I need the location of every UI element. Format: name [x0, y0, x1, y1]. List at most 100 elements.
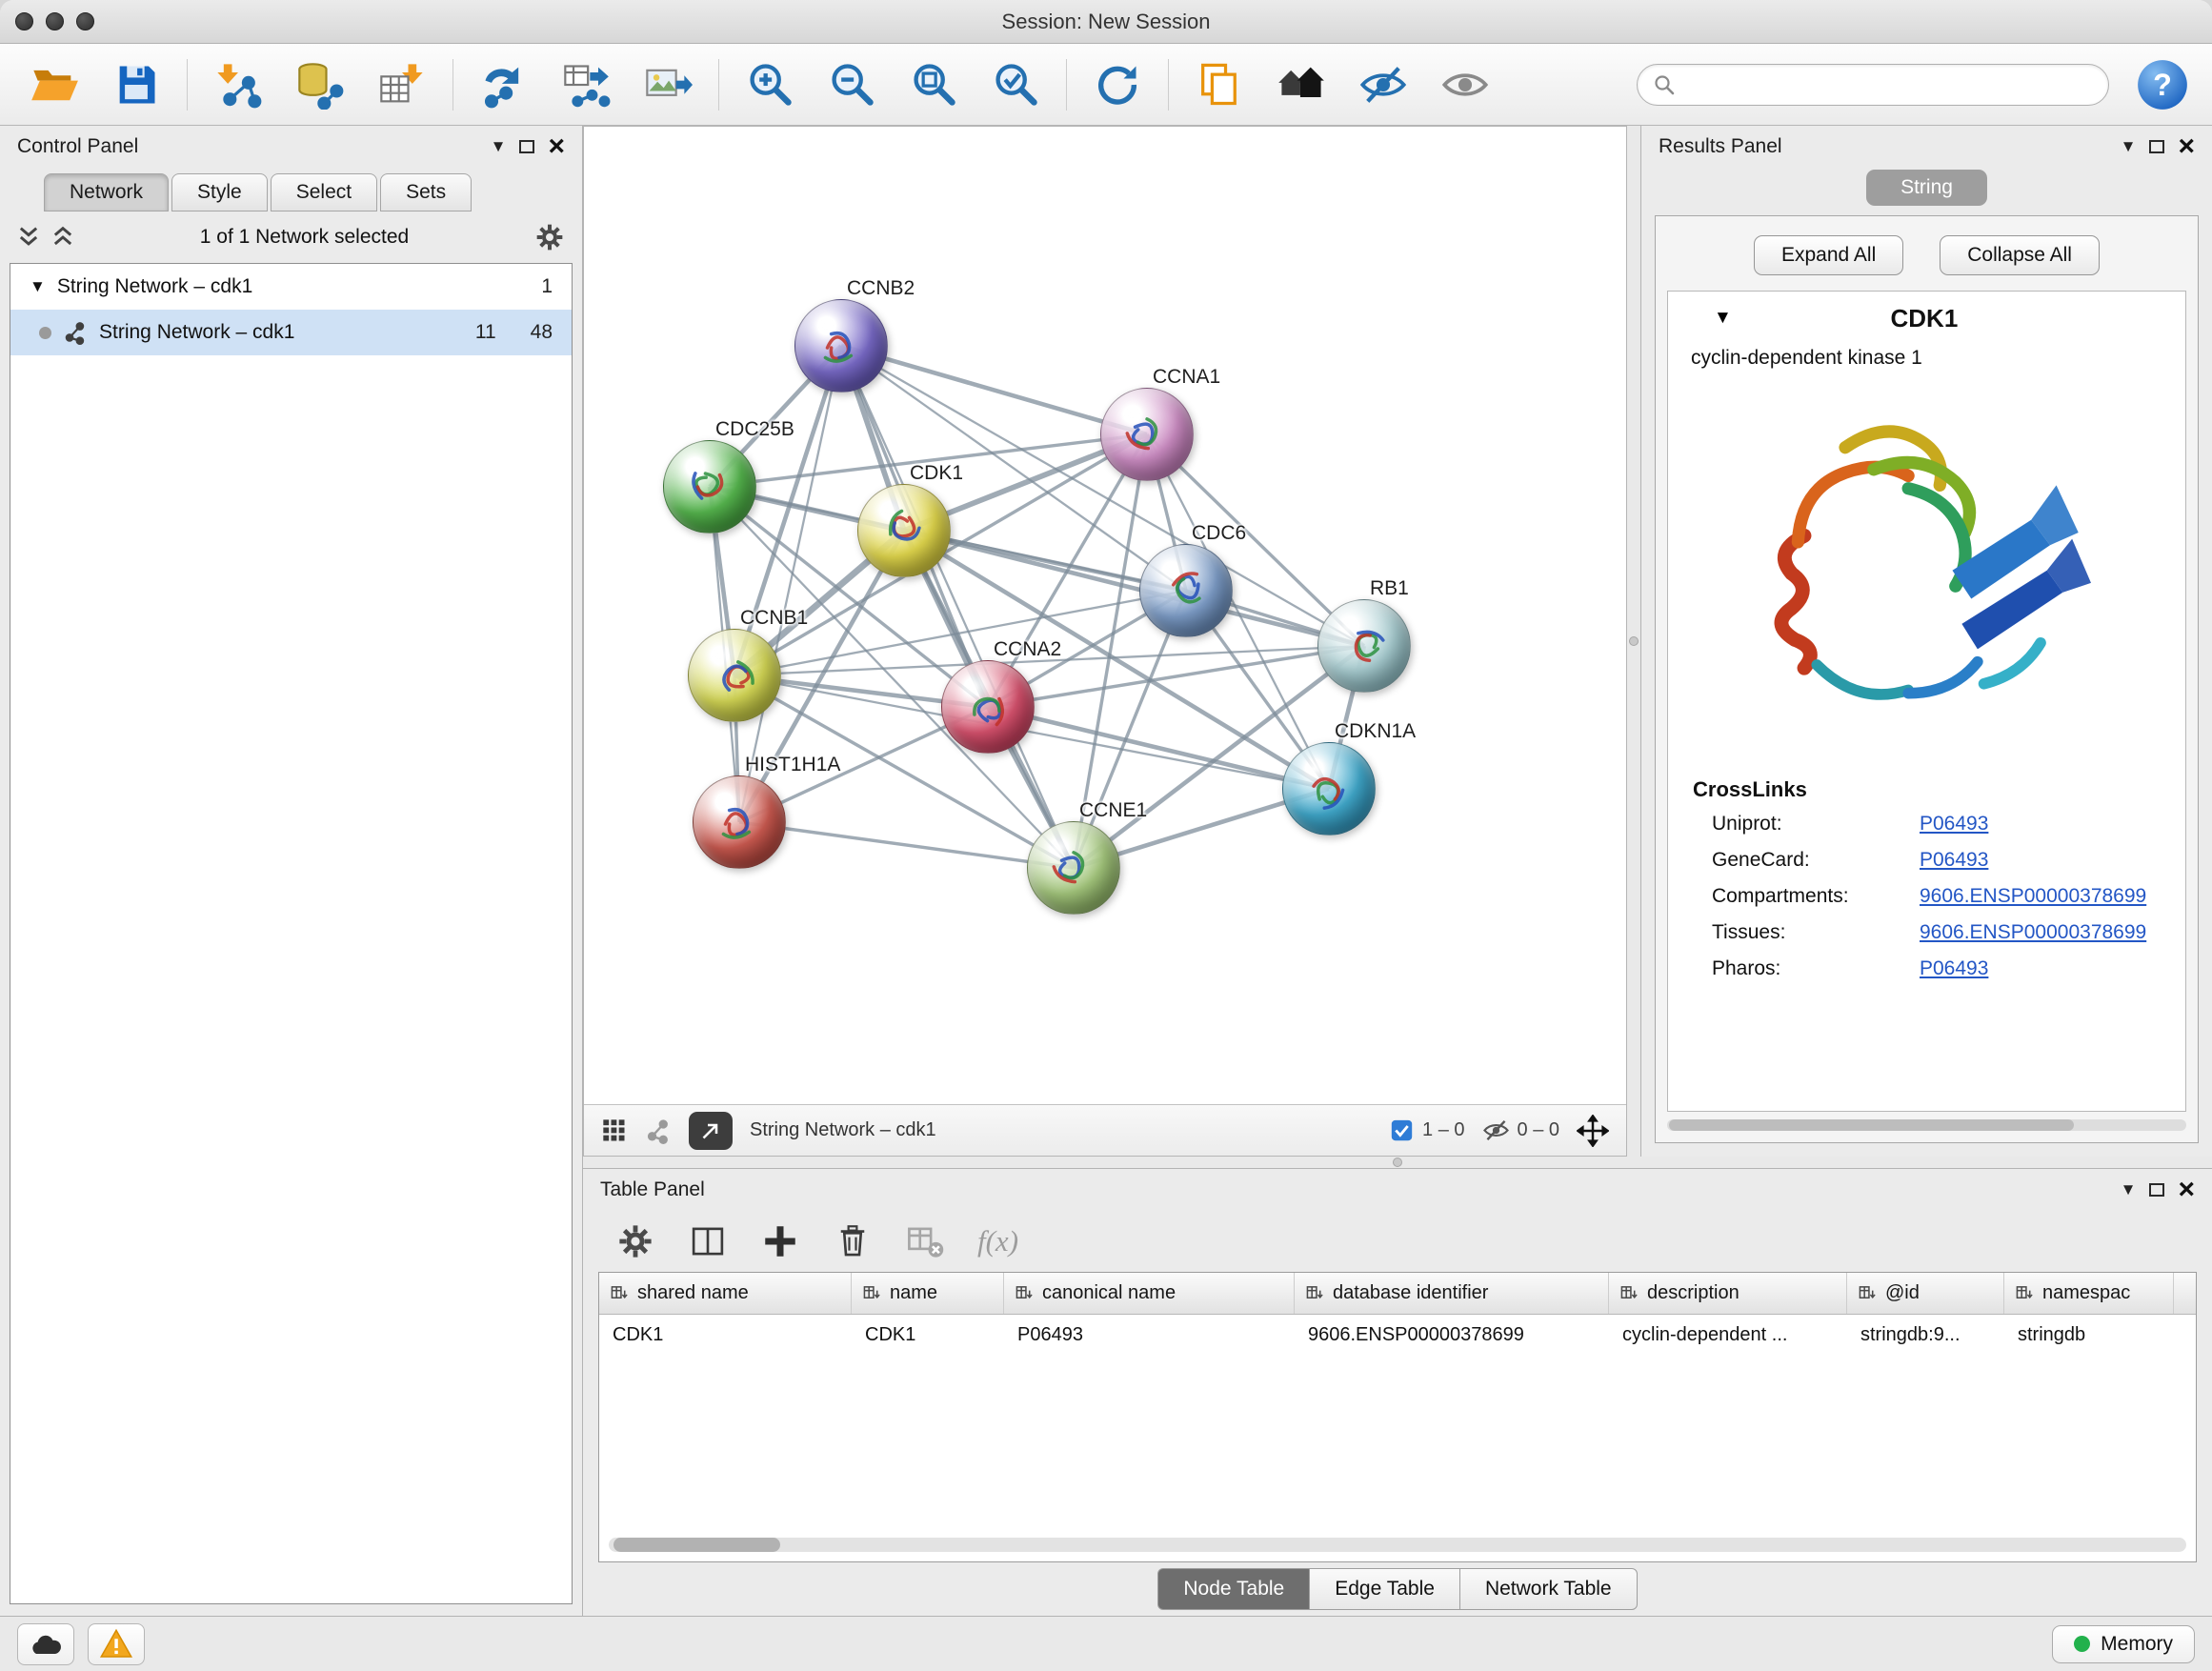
panel-menu-icon[interactable]: ▼	[491, 137, 507, 156]
panel-float-icon[interactable]	[2149, 140, 2164, 153]
column-header-canonical-name[interactable]: canonical name	[1004, 1273, 1295, 1314]
birds-eye-view-button[interactable]	[1264, 52, 1338, 117]
network-node-CDK1[interactable]	[857, 484, 951, 577]
memory-button[interactable]: Memory	[2052, 1625, 2195, 1663]
zoom-out-button[interactable]	[814, 52, 889, 117]
clone-network-button[interactable]	[467, 52, 541, 117]
network-node-CDKN1A[interactable]	[1282, 742, 1376, 836]
crosslink-link[interactable]: P06493	[1920, 813, 1988, 836]
column-header-name[interactable]: name	[852, 1273, 1004, 1314]
expand-all-icon[interactable]	[51, 224, 74, 251]
hidden-eye-icon[interactable]	[1482, 1117, 1510, 1144]
table-settings-gear-icon[interactable]	[615, 1221, 655, 1261]
network-edge[interactable]	[739, 346, 841, 822]
network-from-table-button[interactable]	[549, 52, 623, 117]
copy-button[interactable]	[1182, 52, 1257, 117]
table-cell[interactable]: CDK1	[852, 1324, 1004, 1346]
network-node-CDC6[interactable]	[1139, 544, 1233, 637]
table-cell[interactable]: cyclin-dependent ...	[1609, 1324, 1847, 1346]
search-field[interactable]	[1637, 64, 2109, 106]
vertical-splitter[interactable]	[1627, 126, 1640, 1157]
tree-expand-icon[interactable]: ▼	[30, 277, 46, 296]
network-node-CCNB1[interactable]	[688, 629, 781, 722]
collapse-section-icon[interactable]: ▼	[1714, 308, 1732, 329]
control-tab-select[interactable]: Select	[271, 173, 377, 211]
horizontal-splitter[interactable]	[583, 1157, 2212, 1168]
zoom-selected-button[interactable]	[978, 52, 1053, 117]
panel-close-icon[interactable]: ×	[2178, 1176, 2195, 1204]
gear-icon[interactable]	[534, 222, 565, 252]
maximize-window-button[interactable]	[76, 12, 94, 30]
panel-close-icon[interactable]: ×	[548, 132, 565, 161]
network-node-CDC25B[interactable]	[663, 440, 756, 534]
crosslink-link[interactable]: P06493	[1920, 849, 1988, 872]
save-session-button[interactable]	[99, 52, 173, 117]
import-network-file-button[interactable]	[201, 52, 275, 117]
column-header-namespac[interactable]: namespac	[2004, 1273, 2174, 1314]
import-table-button[interactable]	[365, 52, 439, 117]
table-tab-network-table[interactable]: Network Table	[1459, 1568, 1638, 1610]
network-row[interactable]: String Network – cdk1 11 48	[10, 310, 572, 355]
results-scrollbar[interactable]	[1667, 1119, 2186, 1131]
column-header--id[interactable]: @id	[1847, 1273, 2004, 1314]
network-node-RB1[interactable]	[1317, 599, 1411, 693]
close-window-button[interactable]	[15, 12, 33, 30]
table-cell[interactable]: CDK1	[599, 1324, 852, 1346]
warnings-button[interactable]	[88, 1623, 145, 1665]
table-cell[interactable]: P06493	[1004, 1324, 1295, 1346]
help-button[interactable]: ?	[2136, 58, 2189, 111]
network-node-CCNE1[interactable]	[1027, 821, 1120, 915]
add-column-icon[interactable]	[760, 1221, 800, 1261]
panel-float-icon[interactable]	[519, 140, 534, 153]
column-header-database-identifier[interactable]: database identifier	[1295, 1273, 1609, 1314]
network-edge[interactable]	[904, 531, 1364, 646]
table-cell[interactable]: stringdb:9...	[1847, 1324, 2004, 1346]
panel-float-icon[interactable]	[2149, 1183, 2164, 1197]
delete-column-trash-icon[interactable]	[833, 1221, 873, 1261]
control-tab-network[interactable]: Network	[44, 173, 169, 211]
table-horizontal-scrollbar[interactable]	[609, 1538, 2186, 1552]
show-all-button[interactable]	[1428, 52, 1502, 117]
table-cell[interactable]: 9606.ENSP00000378699	[1295, 1324, 1609, 1346]
network-node-CCNA2[interactable]	[941, 660, 1035, 754]
network-node-HIST1H1A[interactable]	[693, 775, 786, 869]
collapse-all-icon[interactable]	[17, 224, 40, 251]
refresh-button[interactable]	[1080, 52, 1155, 117]
collapse-all-button[interactable]: Collapse All	[1940, 235, 2100, 275]
column-header-description[interactable]: description	[1609, 1273, 1847, 1314]
delete-table-icon[interactable]	[905, 1221, 945, 1261]
expand-all-button[interactable]: Expand All	[1754, 235, 1903, 275]
table-tab-edge-table[interactable]: Edge Table	[1309, 1568, 1460, 1610]
function-builder-icon[interactable]: f(x)	[977, 1224, 1018, 1258]
control-tab-style[interactable]: Style	[171, 173, 268, 211]
open-session-button[interactable]	[17, 52, 91, 117]
zoom-in-button[interactable]	[733, 52, 807, 117]
export-image-button[interactable]	[631, 52, 705, 117]
table-row[interactable]: CDK1CDK1P064939606.ENSP00000378699cyclin…	[599, 1315, 2196, 1355]
network-edge[interactable]	[841, 346, 1074, 868]
table-cell[interactable]: stringdb	[2004, 1324, 2174, 1346]
search-input[interactable]	[1685, 72, 2093, 96]
network-canvas[interactable]: CCNB2CCNA1CDC25BCDK1CDC6RB1CCNB1CCNA2CDK…	[584, 127, 1626, 1104]
crosslink-link[interactable]: 9606.ENSP00000378699	[1920, 921, 2146, 944]
control-tab-sets[interactable]: Sets	[380, 173, 472, 211]
column-header-shared-name[interactable]: shared name	[599, 1273, 852, 1314]
crosslink-link[interactable]: P06493	[1920, 957, 1988, 980]
hide-selected-button[interactable]	[1346, 52, 1420, 117]
crosslink-link[interactable]: 9606.ENSP00000378699	[1920, 885, 2146, 908]
cloud-status-button[interactable]	[17, 1623, 74, 1665]
grid-view-icon[interactable]	[601, 1117, 628, 1144]
panel-menu-icon[interactable]: ▼	[2121, 1180, 2137, 1199]
zoom-fit-button[interactable]	[896, 52, 971, 117]
table-body[interactable]	[599, 1355, 2196, 1532]
pan-crosshair-icon[interactable]	[1577, 1115, 1609, 1147]
import-network-database-button[interactable]	[283, 52, 357, 117]
detach-view-button[interactable]	[689, 1112, 733, 1150]
network-edge[interactable]	[739, 822, 1074, 868]
table-tab-node-table[interactable]: Node Table	[1157, 1568, 1310, 1610]
selected-checkbox-icon[interactable]	[1389, 1117, 1415, 1143]
panel-close-icon[interactable]: ×	[2178, 132, 2195, 161]
tab-string[interactable]: String	[1866, 170, 1987, 206]
network-node-CCNA1[interactable]	[1100, 388, 1194, 481]
share-network-icon[interactable]	[645, 1117, 672, 1144]
